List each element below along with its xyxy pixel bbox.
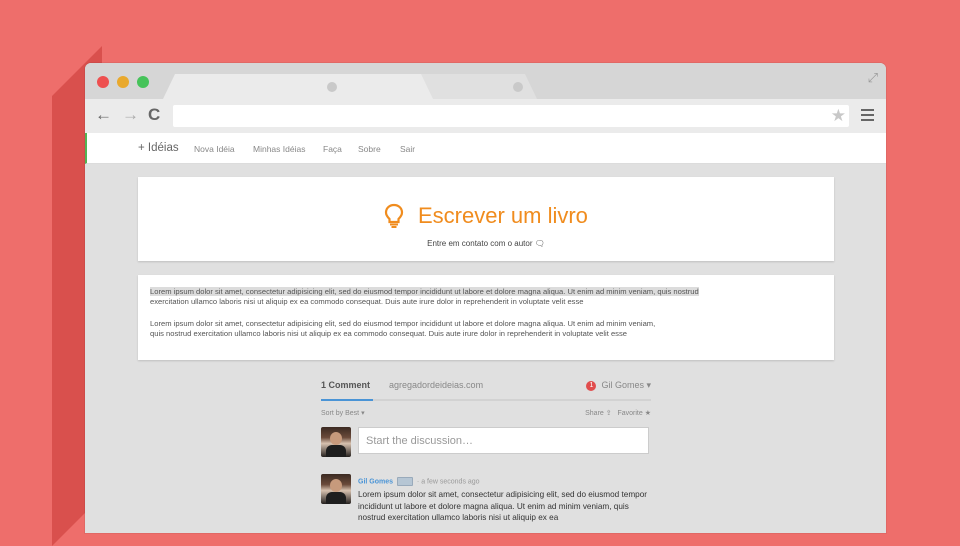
- star-icon: ★: [644, 410, 651, 417]
- notification-badge[interactable]: 1: [586, 380, 597, 391]
- comment-author-avatar[interactable]: [321, 474, 351, 504]
- tab-close-icon[interactable]: [513, 82, 523, 92]
- idea-description-card: Lorem ipsum dolor sit amet, consectetur …: [138, 275, 834, 360]
- comments-tabs: 1 Comment agregadordeideias.com 1 Gil Gom…: [321, 377, 651, 401]
- moderator-badge-icon: [396, 477, 413, 486]
- browser-toolbar: ← → C ★: [85, 99, 886, 134]
- site-navbar: + Idéias Nova Idéia Minhas Idéias Faça S…: [85, 133, 886, 164]
- reload-icon[interactable]: C: [148, 103, 160, 127]
- comments-section: 1 Comment agregadordeideias.com 1 Gil Gom…: [321, 377, 651, 522]
- active-tab-underline: [321, 399, 373, 401]
- back-arrow-icon[interactable]: ←: [95, 103, 112, 127]
- favorite-button[interactable]: Favorite ★: [617, 410, 651, 417]
- tab-community-site[interactable]: agregadordeideias.com: [389, 380, 483, 390]
- paragraph-2-line-2: quis nostrud exercitation ullamco labori…: [150, 329, 627, 338]
- paragraph-1-rest: exercitation ullamco laboris nisi ut ali…: [150, 297, 584, 306]
- description-paragraph-2: Lorem ipsum dolor sit amet, consectetur …: [150, 319, 820, 339]
- idea-title: Escrever um livro: [418, 203, 588, 228]
- comments-toolbar: Sort by Best ▾ Share ⇪ Favorite ★: [321, 405, 651, 425]
- nav-link-sobre[interactable]: Sobre: [358, 144, 381, 154]
- share-button[interactable]: Share ⇪: [585, 410, 612, 417]
- minimize-window-button[interactable]: [117, 76, 129, 88]
- tab-close-icon[interactable]: [327, 82, 337, 92]
- browser-tab-1[interactable]: [163, 74, 433, 99]
- lightbulb-icon: [384, 203, 404, 228]
- site-brand[interactable]: + Idéias: [138, 142, 179, 154]
- comment-timestamp[interactable]: a few seconds ago: [421, 478, 479, 485]
- nav-link-nova-ideia[interactable]: Nova Idéia: [194, 144, 235, 154]
- avatar[interactable]: [321, 427, 351, 457]
- hamburger-menu-icon[interactable]: [861, 109, 874, 124]
- browser-window: ⤢ ← → C ★ + Idéias Nova Idéia Minhas Idé…: [85, 63, 886, 533]
- sort-label: Sort by Best: [321, 410, 360, 417]
- tab-comments-count[interactable]: 1 Comment: [321, 380, 370, 390]
- maximize-window-button[interactable]: [137, 76, 149, 88]
- comment-meta: Gil Gomes · a few seconds ago: [358, 477, 480, 486]
- user-menu[interactable]: 1 Gil Gomes ▾: [586, 380, 651, 391]
- share-label: Share: [585, 410, 604, 417]
- tab-bar: ⤢: [85, 63, 886, 99]
- close-window-button[interactable]: [97, 76, 109, 88]
- page-content: + Idéias Nova Idéia Minhas Idéias Faça S…: [85, 133, 886, 533]
- description-paragraph-1: Lorem ipsum dolor sit amet, consectetur …: [150, 287, 820, 307]
- favorite-label: Favorite: [617, 410, 643, 417]
- sort-dropdown[interactable]: Sort by Best ▾: [321, 409, 365, 417]
- comment-author[interactable]: Gil Gomes: [358, 478, 393, 485]
- nav-link-faca[interactable]: Faça: [323, 144, 342, 154]
- share-icon: ⇪: [605, 410, 612, 417]
- user-name: Gil Gomes: [601, 380, 644, 390]
- star-icon[interactable]: ★: [831, 106, 846, 126]
- forward-arrow-icon[interactable]: →: [122, 103, 139, 127]
- idea-header-card: Escrever um livro Entre em contato com o…: [138, 177, 834, 261]
- expand-icon[interactable]: ⤢: [868, 70, 878, 86]
- paragraph-2-line-1: Lorem ipsum dolor sit amet, consectetur …: [150, 319, 656, 328]
- nav-link-minhas-ideias[interactable]: Minhas Idéias: [253, 144, 305, 154]
- caret-down-icon: ▾: [646, 380, 651, 390]
- share-favorite: Share ⇪ Favorite ★: [585, 409, 651, 417]
- nav-link-sair[interactable]: Sair: [400, 144, 415, 154]
- comment-input[interactable]: Start the discussion…: [358, 427, 649, 454]
- chat-bubble-icon: 🗨: [534, 239, 545, 248]
- contact-author-label: Entre em contato com o autor: [427, 239, 533, 248]
- address-bar[interactable]: ★: [173, 105, 849, 127]
- contact-author-link[interactable]: Entre em contato com o autor 🗨: [138, 239, 834, 248]
- comment-text: Lorem ipsum dolor sit amet, consectetur …: [358, 490, 647, 522]
- caret-down-icon: ▾: [361, 410, 365, 417]
- paragraph-1-highlighted: Lorem ipsum dolor sit amet, consectetur …: [150, 287, 699, 296]
